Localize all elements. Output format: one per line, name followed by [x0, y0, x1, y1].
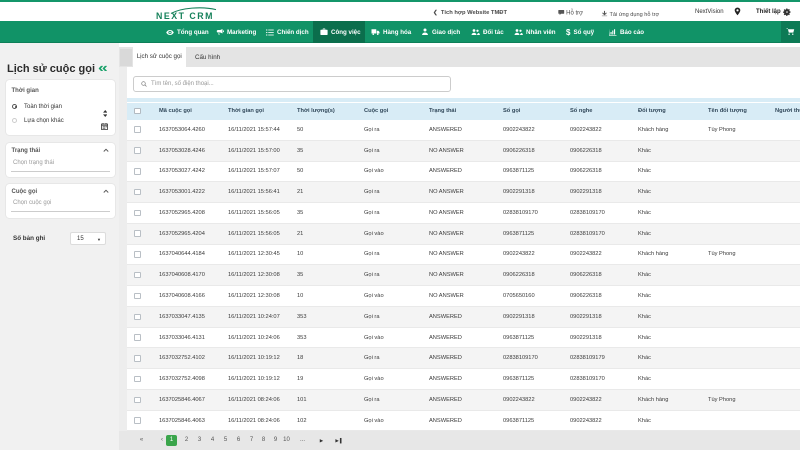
svg-text:NEXT CRM: NEXT CRM [156, 11, 214, 21]
